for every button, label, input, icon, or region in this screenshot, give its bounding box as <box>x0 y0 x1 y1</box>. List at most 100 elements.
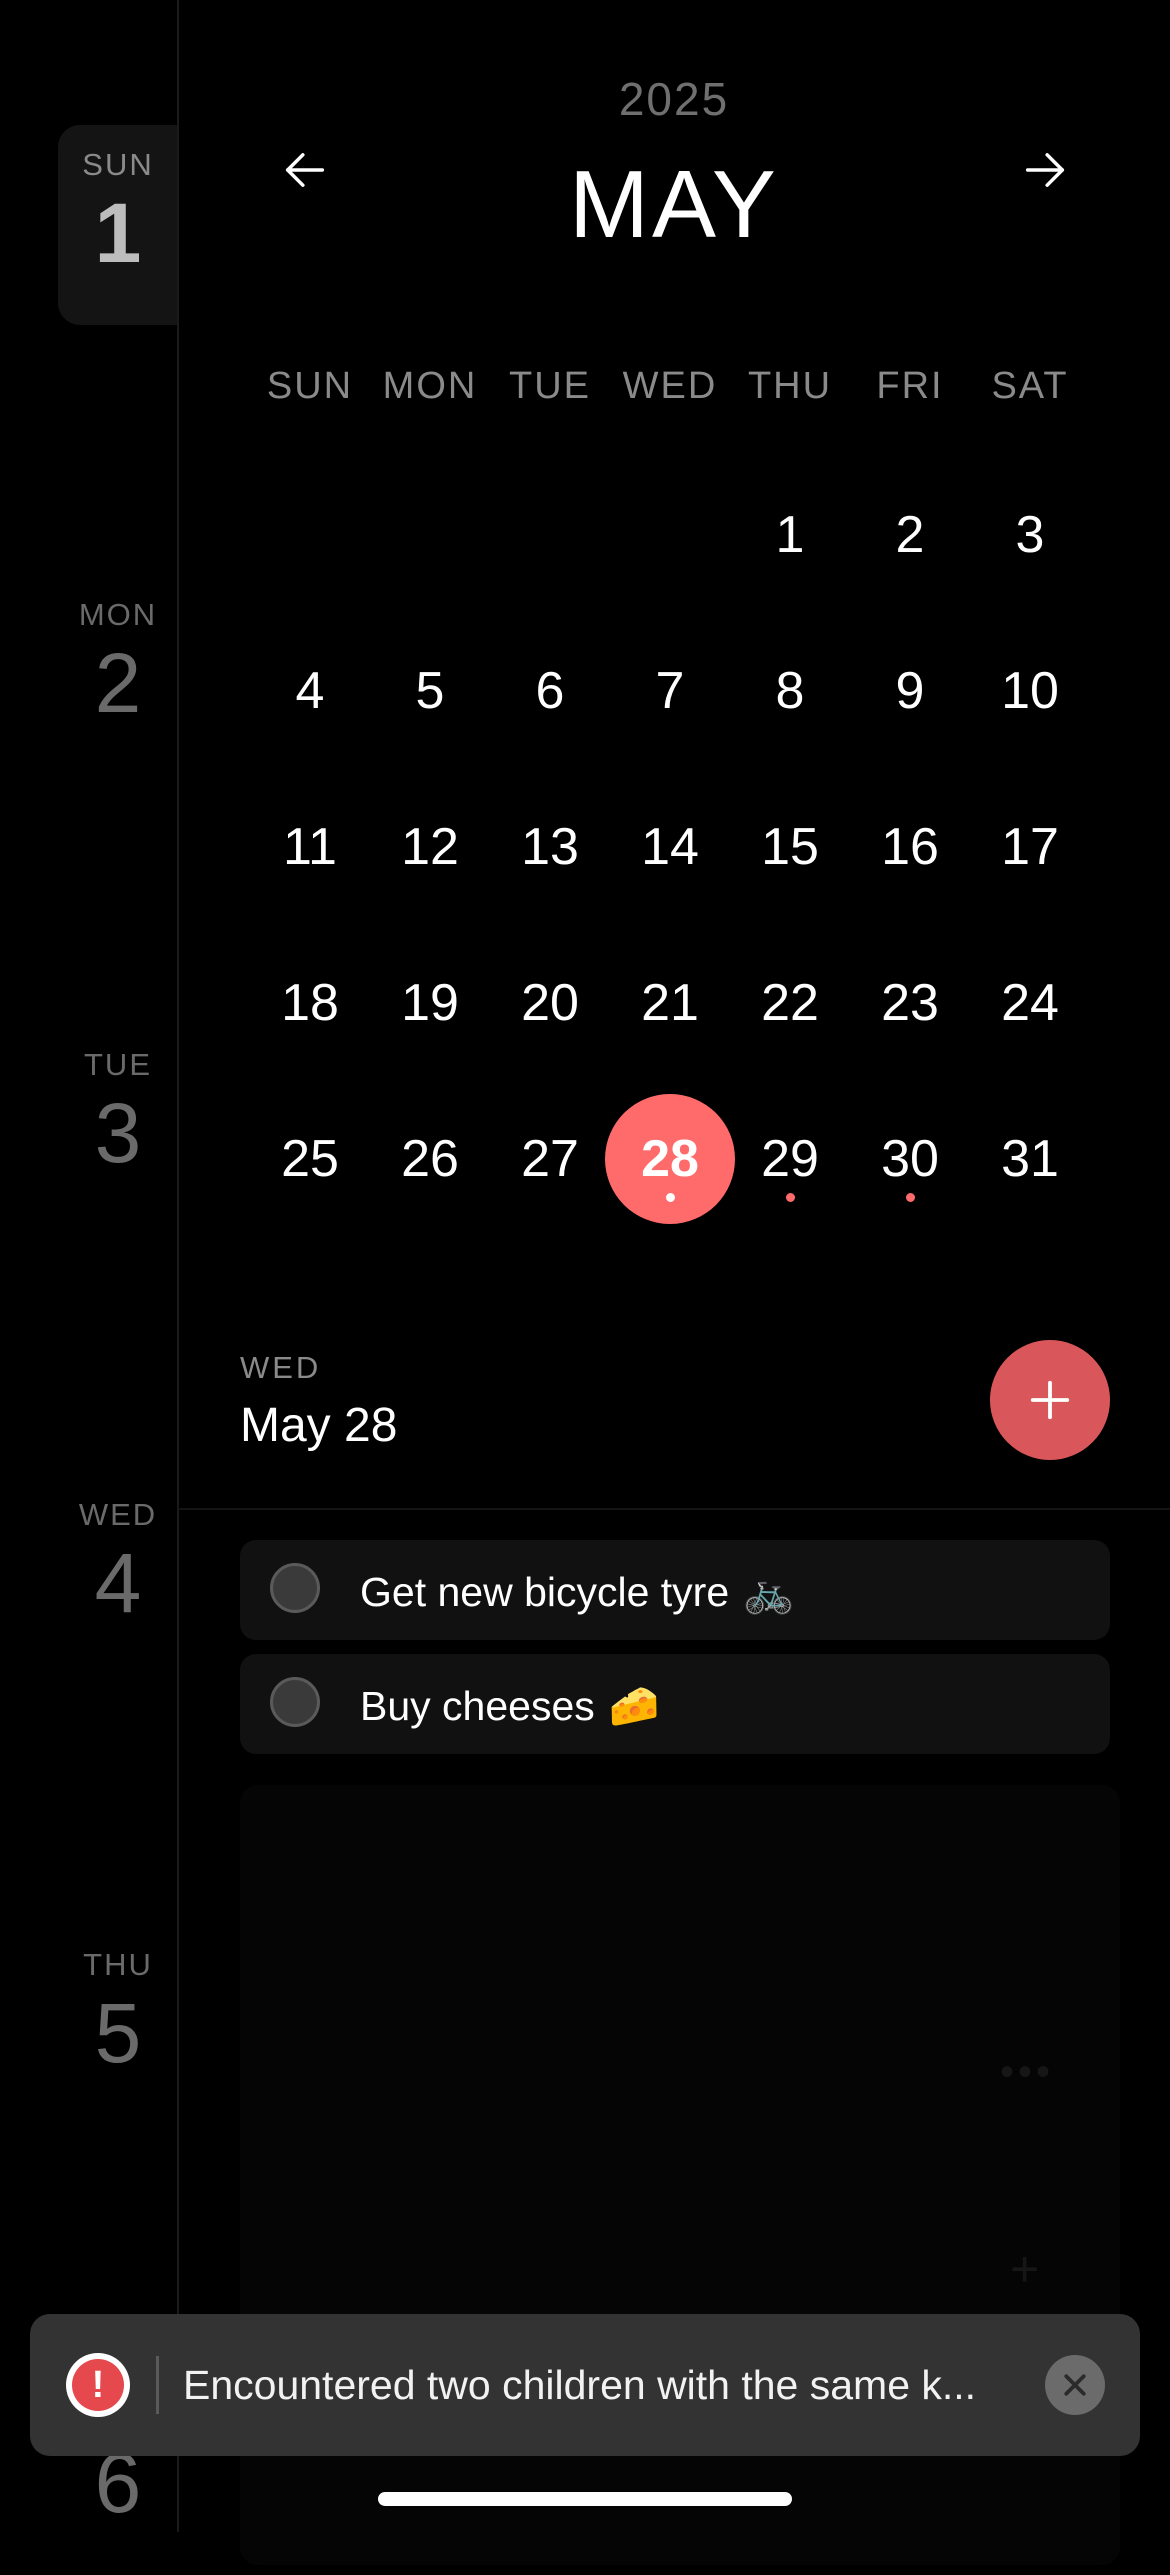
calendar-day[interactable]: 31 <box>970 1099 1090 1219</box>
toast-message: Encountered two children with the same k… <box>183 2362 977 2408</box>
calendar-day-number: 26 <box>401 1130 459 1188</box>
weekday-label: FRI <box>876 365 944 407</box>
calendar-day[interactable]: 16 <box>850 787 970 907</box>
calendar-day-number: 23 <box>881 974 939 1032</box>
calendar-day-number: 31 <box>1001 1130 1059 1188</box>
calendar-day-number: 20 <box>521 974 579 1032</box>
strip-day-of-week: SUN <box>82 147 154 182</box>
calendar-day[interactable]: 30 <box>850 1099 970 1219</box>
calendar-day[interactable]: 8 <box>730 631 850 751</box>
calendar-day-number: 16 <box>881 818 939 876</box>
strip-day[interactable]: TUE 3 <box>58 1025 178 1225</box>
previous-month-button[interactable] <box>270 135 340 205</box>
calendar-day-number: 30 <box>881 1130 939 1188</box>
calendar-day[interactable]: 3 <box>970 475 1090 595</box>
calendar-day[interactable]: 19 <box>370 943 490 1063</box>
strip-day-of-week: TUE <box>84 1047 152 1082</box>
weekday-label: WED <box>622 365 718 407</box>
weekday-label: SUN <box>266 365 354 407</box>
strip-divider <box>177 0 179 2532</box>
plus-icon <box>1030 1380 1070 1420</box>
next-month-button[interactable] <box>1010 135 1080 205</box>
calendar-day[interactable]: 6 <box>490 631 610 751</box>
weekday-header: SUN MON TUE WED THU FRI SAT <box>250 365 1090 415</box>
calendar-day[interactable]: 29 <box>730 1099 850 1219</box>
calendar-day[interactable]: 20 <box>490 943 610 1063</box>
strip-day-number: 5 <box>94 1986 142 2080</box>
cheese-icon: 🧀 <box>608 1682 660 1730</box>
weekday-label: SAT <box>991 365 1069 407</box>
task-item[interactable]: Get new bicycle tyre 🚲 <box>240 1540 1110 1640</box>
strip-day[interactable]: THU 5 <box>58 1925 178 2125</box>
calendar-day-number: 17 <box>1001 818 1059 876</box>
calendar-day-number: 7 <box>655 662 685 720</box>
calendar-day[interactable]: 5 <box>370 631 490 751</box>
calendar-day[interactable]: 22 <box>730 943 850 1063</box>
calendar-day-number: 8 <box>775 662 805 720</box>
calendar-day[interactable]: 7 <box>610 631 730 751</box>
calendar-day-selected[interactable]: 28 <box>605 1094 735 1224</box>
error-toast[interactable]: ! Encountered two children with the same… <box>30 2314 1140 2456</box>
strip-day-of-week: WED <box>78 1497 158 1532</box>
calendar-day-number: 3 <box>1015 506 1045 564</box>
calendar-day[interactable]: 14 <box>610 787 730 907</box>
strip-day-number: 4 <box>94 1536 142 1630</box>
arrow-right-icon <box>1025 153 1065 187</box>
task-checkbox[interactable] <box>270 1677 320 1727</box>
strip-day-number: 2 <box>94 636 142 730</box>
calendar-day[interactable]: 1 <box>730 475 850 595</box>
strip-day[interactable]: MON 2 <box>58 575 178 775</box>
strip-day-of-week: THU <box>83 1947 153 1982</box>
bicycle-icon: 🚲 <box>743 1568 795 1616</box>
calendar-day[interactable]: 11 <box>250 787 370 907</box>
calendar-day[interactable]: 4 <box>250 631 370 751</box>
calendar-day-number: 29 <box>761 1130 819 1188</box>
toast-separator <box>156 2356 159 2414</box>
dismiss-toast-button[interactable] <box>1045 2355 1105 2415</box>
event-dot-indicator <box>786 1193 795 1202</box>
strip-day-number: 3 <box>94 1086 142 1180</box>
strip-day[interactable]: SUN 1 <box>58 125 178 325</box>
selected-day-of-week: WED <box>240 1350 322 1385</box>
calendar-day-number: 25 <box>281 1130 339 1188</box>
faint-plus-icon: + <box>1010 2241 1040 2297</box>
calendar-day-number: 2 <box>895 506 925 564</box>
strip-day-of-week: MON <box>78 597 158 632</box>
calendar-day-number: 27 <box>521 1130 579 1188</box>
calendar-day[interactable]: 13 <box>490 787 610 907</box>
calendar-day-number: 4 <box>295 662 325 720</box>
arrow-left-icon <box>285 153 325 187</box>
calendar-day[interactable]: 9 <box>850 631 970 751</box>
error-icon: ! <box>66 2353 130 2417</box>
task-item[interactable]: Buy cheeses 🧀 <box>240 1654 1110 1754</box>
calendar-day-number: 12 <box>401 818 459 876</box>
calendar-day[interactable]: 12 <box>370 787 490 907</box>
weekday-label: THU <box>747 365 833 407</box>
calendar-day[interactable]: 2 <box>850 475 970 595</box>
add-task-button[interactable] <box>990 1340 1110 1460</box>
calendar-day-number: 1 <box>775 506 805 564</box>
exclamation-icon: ! <box>72 2359 124 2411</box>
strip-day[interactable]: WED 4 <box>58 1475 178 1675</box>
calendar-day[interactable]: 23 <box>850 943 970 1063</box>
calendar-day-number: 18 <box>281 974 339 1032</box>
calendar-day[interactable]: 24 <box>970 943 1090 1063</box>
selected-date: May 28 <box>240 1399 398 1452</box>
calendar-day[interactable]: 15 <box>730 787 850 907</box>
calendar-day-number: 6 <box>535 662 565 720</box>
calendar-day[interactable]: 21 <box>610 943 730 1063</box>
event-dot-indicator <box>666 1193 675 1202</box>
task-checkbox[interactable] <box>270 1563 320 1613</box>
calendar-day-number: 5 <box>415 662 445 720</box>
calendar-day-number: 10 <box>1001 662 1059 720</box>
calendar-day[interactable]: 26 <box>370 1099 490 1219</box>
calendar-day[interactable]: 10 <box>970 631 1090 751</box>
calendar-day[interactable]: 17 <box>970 787 1090 907</box>
calendar-day[interactable]: 27 <box>490 1099 610 1219</box>
calendar-day-number: 11 <box>283 818 337 876</box>
calendar-day-number: 24 <box>1001 974 1059 1032</box>
calendar-day[interactable]: 25 <box>250 1099 370 1219</box>
calendar-day[interactable]: 18 <box>250 943 370 1063</box>
weekday-label: TUE <box>509 365 591 407</box>
home-indicator[interactable] <box>378 2492 792 2506</box>
